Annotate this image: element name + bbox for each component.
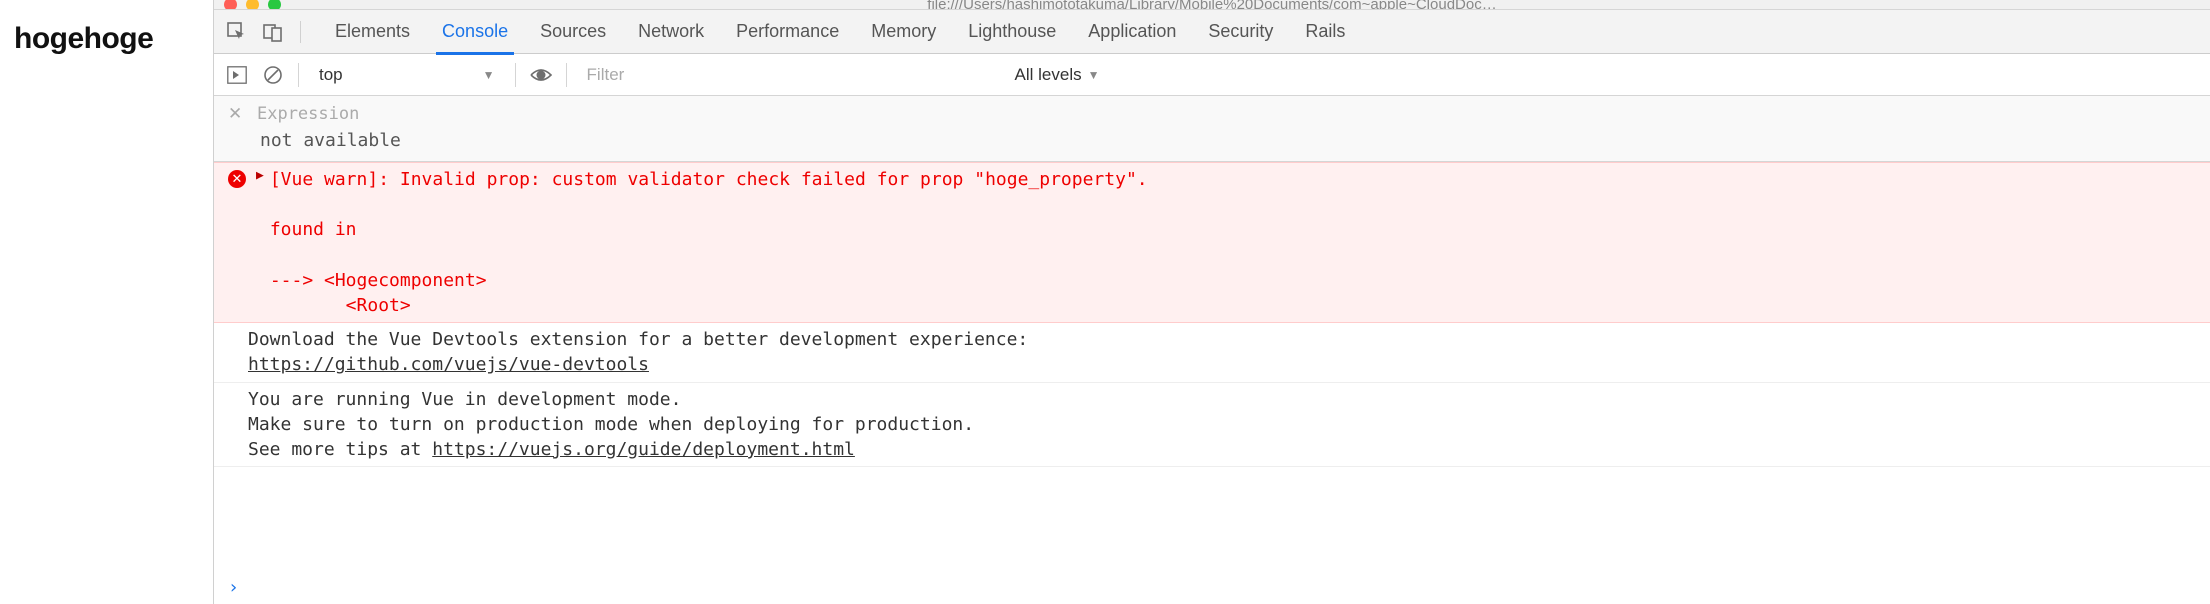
toolbar-separator bbox=[566, 63, 567, 87]
console-messages: ✕ ▶ [Vue warn]: Invalid prop: custom valid… bbox=[214, 162, 2210, 571]
execution-context-selector[interactable]: top bbox=[313, 65, 501, 85]
devtools-tab-bar: ElementsConsoleSourcesNetworkPerformance… bbox=[214, 10, 2210, 54]
message-link[interactable]: https://vuejs.org/guide/deployment.html bbox=[432, 439, 855, 460]
chevron-right-icon: › bbox=[228, 577, 239, 598]
message-body: You are running Vue in development mode.… bbox=[248, 387, 2196, 463]
tab-console[interactable]: Console bbox=[426, 10, 524, 54]
console-toolbar: top All levels bbox=[214, 54, 2210, 96]
toolbar-separator bbox=[515, 63, 516, 87]
window-title-path: file:///Users/hashimototakuma/Library/Mo… bbox=[927, 0, 1496, 10]
message-link[interactable]: https://github.com/vuejs/vue-devtools bbox=[248, 354, 649, 375]
tab-rails[interactable]: Rails bbox=[1289, 10, 1361, 54]
error-icon: ✕ bbox=[228, 170, 246, 188]
maximize-window-button[interactable] bbox=[268, 0, 281, 10]
tab-sources[interactable]: Sources bbox=[524, 10, 622, 54]
console-message-info: Download the Vue Devtools extension for … bbox=[214, 323, 2210, 382]
expand-icon[interactable]: ▶ bbox=[256, 167, 264, 185]
minimize-window-button[interactable] bbox=[246, 0, 259, 10]
console-sidebar-toggle-icon[interactable] bbox=[226, 64, 248, 86]
log-levels-label: All levels bbox=[1015, 65, 1082, 85]
tab-security[interactable]: Security bbox=[1192, 10, 1289, 54]
tab-network[interactable]: Network bbox=[622, 10, 720, 54]
tab-lighthouse[interactable]: Lighthouse bbox=[952, 10, 1072, 54]
tabs-container: ElementsConsoleSourcesNetworkPerformance… bbox=[319, 10, 1361, 54]
expression-placeholder[interactable]: Expression bbox=[257, 104, 359, 124]
execution-context-label: top bbox=[319, 65, 343, 85]
live-expression-icon[interactable] bbox=[530, 64, 552, 86]
page-content: hogehoge bbox=[0, 0, 213, 604]
page-title: hogehoge bbox=[14, 22, 213, 56]
window-title-bar: file:///Users/hashimototakuma/Library/Mo… bbox=[214, 0, 2210, 10]
log-levels-selector[interactable]: All levels bbox=[1015, 65, 1100, 85]
close-window-button[interactable] bbox=[224, 0, 237, 10]
live-expression-bar: ✕ Expression not available bbox=[214, 96, 2210, 162]
console-prompt[interactable]: › bbox=[214, 571, 2210, 604]
console-message-error: ✕ ▶ [Vue warn]: Invalid prop: custom valid… bbox=[214, 162, 2210, 323]
toolbar-separator bbox=[298, 63, 299, 87]
tab-memory[interactable]: Memory bbox=[855, 10, 952, 54]
inspect-element-icon[interactable] bbox=[226, 21, 248, 43]
close-icon[interactable]: ✕ bbox=[228, 104, 242, 123]
device-toolbar-icon[interactable] bbox=[262, 21, 284, 43]
tab-elements[interactable]: Elements bbox=[319, 10, 426, 54]
message-body: [Vue warn]: Invalid prop: custom validat… bbox=[270, 167, 2196, 318]
tab-application[interactable]: Application bbox=[1072, 10, 1192, 54]
tab-performance[interactable]: Performance bbox=[720, 10, 855, 54]
expression-value: not available bbox=[228, 124, 2196, 151]
message-body: Download the Vue Devtools extension for … bbox=[248, 327, 2196, 377]
devtools-panel: file:///Users/hashimototakuma/Library/Mo… bbox=[213, 0, 2210, 604]
clear-console-icon[interactable] bbox=[262, 64, 284, 86]
console-message-info: You are running Vue in development mode.… bbox=[214, 383, 2210, 468]
filter-input[interactable] bbox=[581, 61, 1001, 89]
